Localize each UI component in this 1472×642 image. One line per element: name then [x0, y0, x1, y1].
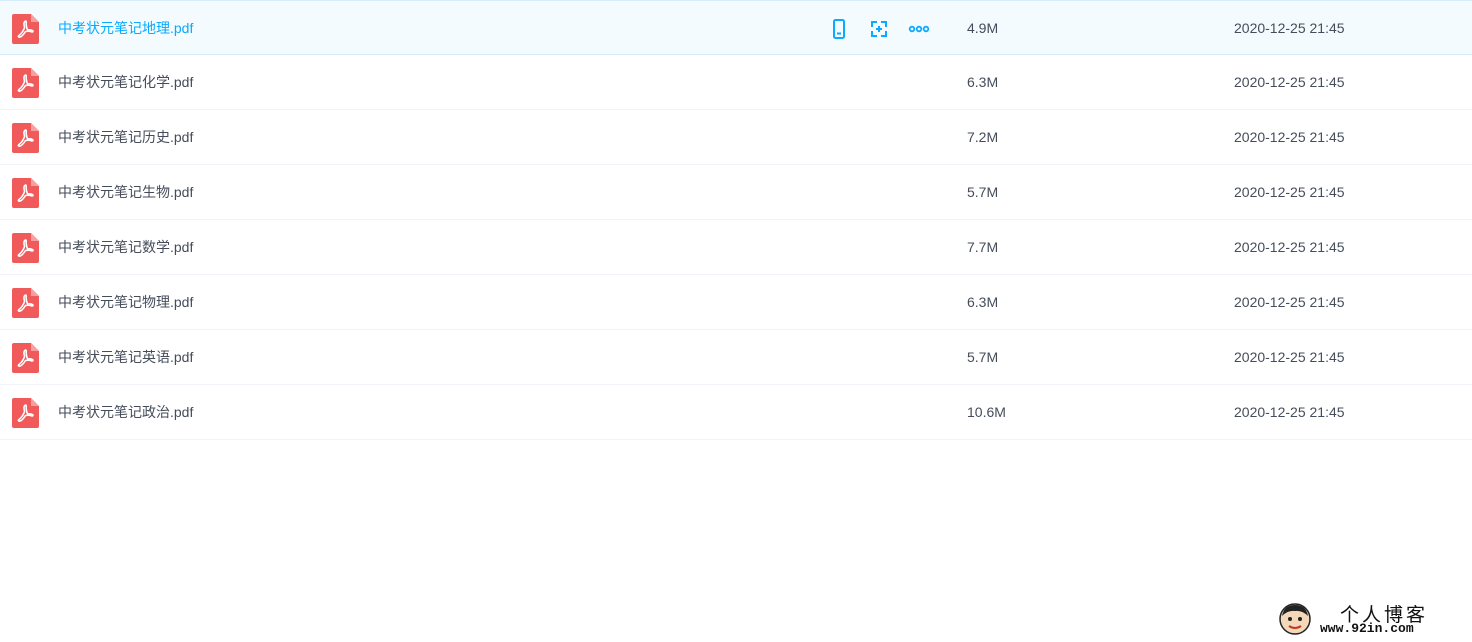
file-date: 2020-12-25 21:45 — [1234, 129, 1345, 145]
file-row[interactable]: 中考状元笔记地理.pdf 4.9M 2020-12-25 21:45 — [0, 0, 1472, 55]
file-name[interactable]: 中考状元笔记化学.pdf — [58, 55, 193, 110]
file-name[interactable]: 中考状元笔记地理.pdf — [58, 1, 193, 56]
file-date: 2020-12-25 21:45 — [1234, 294, 1345, 310]
pdf-file-icon — [12, 14, 39, 44]
file-date: 2020-12-25 21:45 — [1234, 184, 1345, 200]
file-date: 2020-12-25 21:45 — [1234, 349, 1345, 365]
pdf-file-icon — [12, 178, 39, 208]
file-name[interactable]: 中考状元笔记数学.pdf — [58, 220, 193, 275]
share-icon — [871, 21, 887, 37]
file-size: 5.7M — [967, 184, 999, 200]
file-row[interactable]: 中考状元笔记政治.pdf 10.6M 2020-12-25 21:45 — [0, 385, 1472, 440]
pdf-file-icon — [12, 343, 39, 373]
file-list: 中考状元笔记地理.pdf 4.9M 2020-12-25 21:45 中考状元笔… — [0, 0, 1472, 440]
pdf-file-icon — [12, 233, 39, 263]
share-button[interactable] — [868, 18, 890, 40]
file-row[interactable]: 中考状元笔记生物.pdf 5.7M 2020-12-25 21:45 — [0, 165, 1472, 220]
file-name[interactable]: 中考状元笔记生物.pdf — [58, 165, 193, 220]
file-name[interactable]: 中考状元笔记历史.pdf — [58, 110, 193, 165]
file-date: 2020-12-25 21:45 — [1234, 74, 1345, 90]
file-row[interactable]: 中考状元笔记数学.pdf 7.7M 2020-12-25 21:45 — [0, 220, 1472, 275]
file-date: 2020-12-25 21:45 — [1234, 404, 1345, 420]
more-icon — [908, 25, 930, 33]
file-size: 7.7M — [967, 239, 999, 255]
pdf-file-icon — [12, 68, 39, 98]
file-size: 6.3M — [967, 294, 999, 310]
file-name[interactable]: 中考状元笔记政治.pdf — [58, 385, 193, 440]
file-row[interactable]: 中考状元笔记历史.pdf 7.2M 2020-12-25 21:45 — [0, 110, 1472, 165]
watermark-url: www.92in.com — [1320, 621, 1414, 636]
watermark: 个人博客 www.92in.com — [1278, 600, 1468, 640]
pdf-file-icon — [12, 398, 39, 428]
file-size: 7.2M — [967, 129, 999, 145]
file-row[interactable]: 中考状元笔记化学.pdf 6.3M 2020-12-25 21:45 — [0, 55, 1472, 110]
file-name[interactable]: 中考状元笔记物理.pdf — [58, 275, 193, 330]
phone-icon — [833, 19, 845, 39]
pdf-file-icon — [12, 288, 39, 318]
file-row[interactable]: 中考状元笔记英语.pdf 5.7M 2020-12-25 21:45 — [0, 330, 1472, 385]
file-row[interactable]: 中考状元笔记物理.pdf 6.3M 2020-12-25 21:45 — [0, 275, 1472, 330]
row-actions — [828, 18, 948, 40]
more-button[interactable] — [908, 18, 930, 40]
file-date: 2020-12-25 21:45 — [1234, 20, 1345, 36]
avatar — [1279, 603, 1311, 635]
file-size: 6.3M — [967, 74, 999, 90]
file-size: 5.7M — [967, 349, 999, 365]
phone-button[interactable] — [828, 18, 850, 40]
file-date: 2020-12-25 21:45 — [1234, 239, 1345, 255]
file-size: 10.6M — [967, 404, 1006, 420]
file-name[interactable]: 中考状元笔记英语.pdf — [58, 330, 193, 385]
file-size: 4.9M — [967, 20, 999, 36]
pdf-file-icon — [12, 123, 39, 153]
